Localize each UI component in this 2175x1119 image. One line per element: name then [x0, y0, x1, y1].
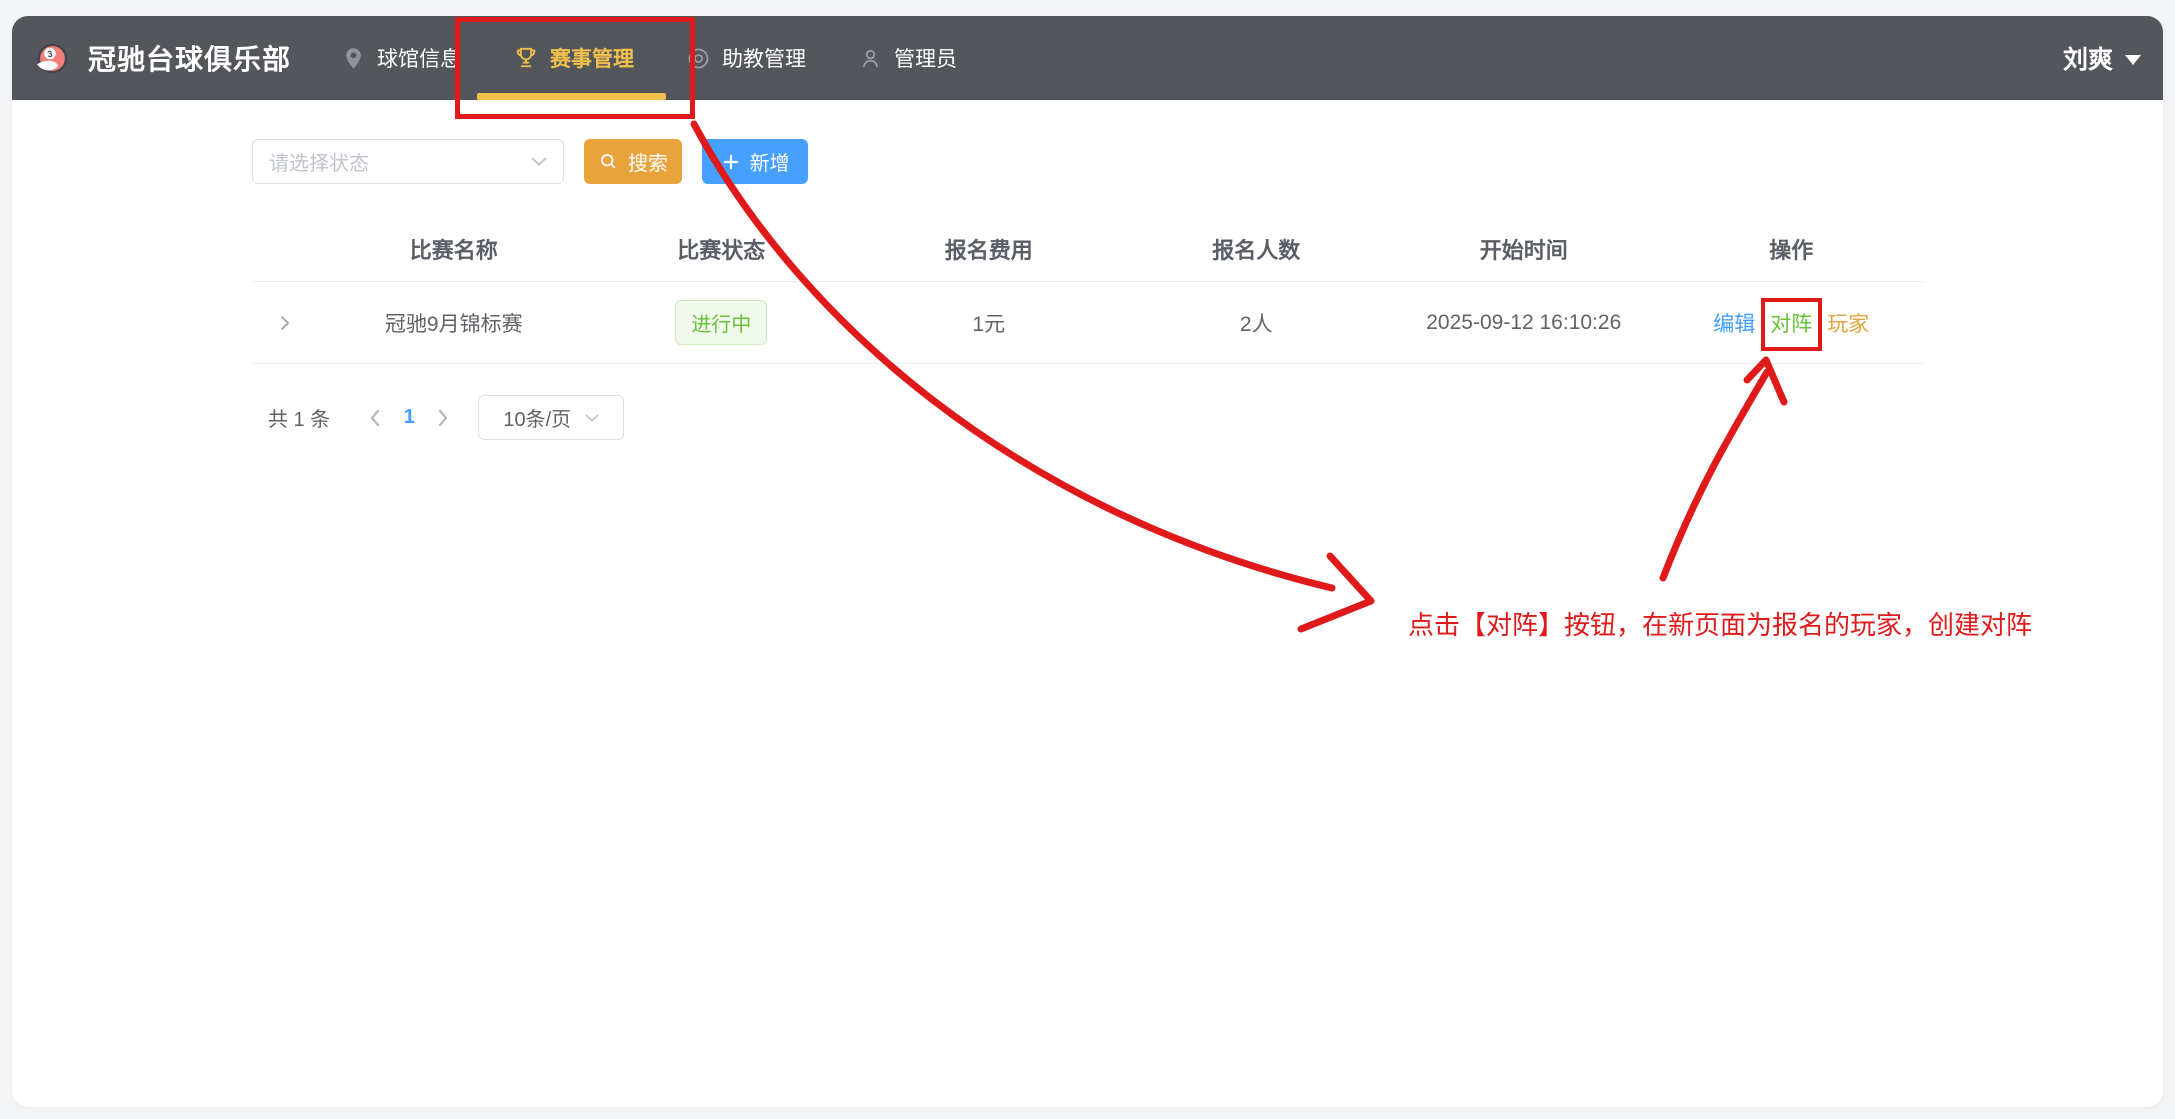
- table-row: 冠驰9月锦标赛 进行中 1元 2人 2025-09-12 16:10:26 编辑…: [250, 282, 1925, 364]
- chevron-right-icon: [280, 315, 290, 331]
- pagination: 共 1 条 1 10条/页: [268, 395, 624, 440]
- nav-item-administrator[interactable]: 管理员: [832, 16, 983, 100]
- page-number-1[interactable]: 1: [392, 406, 426, 429]
- magnifier-icon: [598, 151, 619, 172]
- app-window: 3 冠驰台球俱乐部 球馆信息: [12, 16, 2163, 1107]
- add-button-label: 新增: [750, 147, 790, 176]
- app-title: 冠驰台球俱乐部: [88, 38, 291, 78]
- cell-actions: 编辑 对阵 玩家: [1658, 308, 1926, 338]
- status-select-placeholder: 请选择状态: [269, 147, 369, 176]
- trophy-icon: [513, 45, 539, 71]
- pagination-total: 共 1 条: [268, 403, 330, 432]
- player-link[interactable]: 玩家: [1827, 308, 1869, 338]
- search-button-label: 搜索: [628, 147, 668, 176]
- nav-label: 助教管理: [722, 43, 806, 73]
- nav-label: 赛事管理: [550, 43, 634, 73]
- top-navigation-bar: 3 冠驰台球俱乐部 球馆信息: [12, 16, 2163, 100]
- column-entry-count: 报名人数: [1123, 233, 1391, 265]
- billiard-ball-logo: 3: [36, 42, 69, 75]
- caret-down-icon: [2125, 55, 2141, 65]
- double-circle-icon: [686, 46, 711, 71]
- chevron-right-icon: [437, 409, 449, 427]
- nav-label: 管理员: [894, 43, 957, 73]
- main-nav: 球馆信息 赛事管理: [315, 16, 983, 100]
- user-name: 刘爽: [2063, 40, 2113, 76]
- cell-entry-fee: 1元: [855, 308, 1123, 338]
- filter-toolbar: 请选择状态 搜索 新增: [252, 139, 808, 184]
- versus-link[interactable]: 对阵: [1770, 308, 1812, 338]
- chevron-down-icon: [531, 157, 547, 166]
- location-pin-icon: [341, 46, 366, 71]
- nav-item-assistant-management[interactable]: 助教管理: [660, 16, 832, 100]
- status-select[interactable]: 请选择状态: [252, 139, 564, 184]
- search-button[interactable]: 搜索: [584, 139, 682, 184]
- active-tab-underline: [477, 93, 666, 100]
- user-icon: [858, 46, 883, 71]
- table-header-row: 比赛名称 比赛状态 报名费用 报名人数 开始时间 操作: [250, 216, 1925, 282]
- chevron-down-icon: [585, 414, 599, 422]
- next-page-button[interactable]: [426, 409, 460, 427]
- nav-item-venue-info[interactable]: 球馆信息: [315, 16, 487, 100]
- chevron-left-icon: [369, 409, 381, 427]
- status-badge: 进行中: [675, 300, 767, 345]
- plus-icon: [721, 152, 741, 172]
- matches-table: 比赛名称 比赛状态 报名费用 报名人数 开始时间 操作 冠驰9月锦标赛 进行中 …: [250, 216, 1925, 364]
- user-menu[interactable]: 刘爽: [2063, 40, 2141, 76]
- column-match-status: 比赛状态: [588, 233, 856, 265]
- cell-start-time: 2025-09-12 16:10:26: [1390, 311, 1658, 335]
- add-button[interactable]: 新增: [702, 139, 808, 184]
- cell-match-name: 冠驰9月锦标赛: [320, 308, 588, 338]
- column-match-name: 比赛名称: [320, 233, 588, 265]
- edit-link[interactable]: 编辑: [1713, 308, 1755, 338]
- column-entry-fee: 报名费用: [855, 233, 1123, 265]
- row-expand-toggle[interactable]: [250, 315, 320, 331]
- cell-entry-count: 2人: [1123, 308, 1391, 338]
- prev-page-button[interactable]: [358, 409, 392, 427]
- cell-match-status: 进行中: [588, 300, 856, 345]
- column-actions: 操作: [1658, 233, 1926, 265]
- page-size-label: 10条/页: [503, 403, 571, 432]
- brand: 3 冠驰台球俱乐部: [36, 38, 291, 78]
- nav-label: 球馆信息: [377, 43, 461, 73]
- nav-item-event-management[interactable]: 赛事管理: [487, 16, 660, 100]
- column-start-time: 开始时间: [1390, 233, 1658, 265]
- page-size-select[interactable]: 10条/页: [478, 395, 624, 440]
